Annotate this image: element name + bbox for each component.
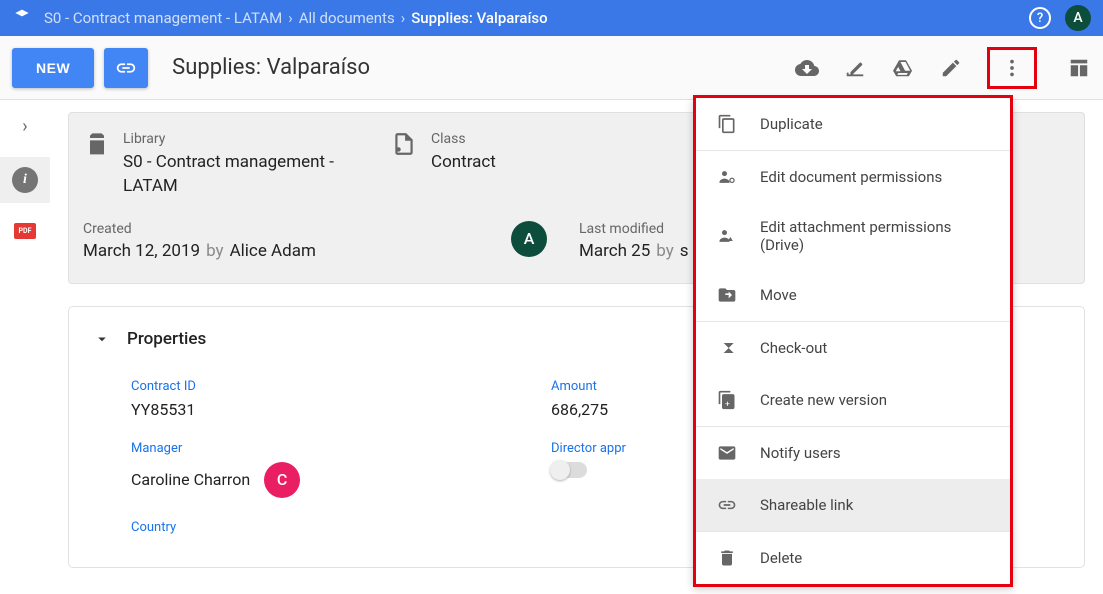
menu-item-label: Create new version bbox=[760, 391, 887, 409]
help-icon[interactable]: ? bbox=[1029, 7, 1051, 29]
menu-item-notify-users[interactable]: Notify users bbox=[696, 427, 1010, 479]
manager-label: Manager bbox=[131, 441, 511, 456]
creator-avatar[interactable]: A bbox=[511, 221, 547, 257]
user-avatar[interactable]: A bbox=[1065, 5, 1091, 31]
library-value: S0 - Contract management - LATAM bbox=[123, 151, 383, 199]
expand-rail-icon[interactable]: › bbox=[22, 116, 27, 137]
more-vert-icon[interactable] bbox=[1000, 56, 1024, 80]
manager-value: Caroline Charron C bbox=[131, 462, 511, 498]
manager-avatar[interactable]: C bbox=[264, 462, 300, 498]
menu-item-duplicate[interactable]: Duplicate bbox=[696, 98, 1010, 150]
chevron-right-icon: › bbox=[401, 9, 406, 27]
person-drive-icon bbox=[716, 225, 738, 247]
chevron-right-icon: › bbox=[288, 9, 293, 27]
top-bar: S0 - Contract management - LATAM › All d… bbox=[0, 0, 1103, 36]
contract-id-label: Contract ID bbox=[131, 379, 511, 394]
menu-item-label: Edit document permissions bbox=[760, 168, 942, 186]
pdf-icon[interactable]: PDF bbox=[14, 223, 36, 239]
folder-move-icon bbox=[716, 284, 738, 306]
dashboard-icon[interactable] bbox=[1067, 56, 1091, 80]
country-label: Country bbox=[131, 520, 511, 535]
menu-item-shareable-link[interactable]: Shareable link bbox=[696, 479, 1010, 531]
created-value: March 12, 2019 by Alice Adam bbox=[83, 241, 503, 261]
document-title: Supplies: Valparaíso bbox=[172, 55, 785, 80]
checkout-icon bbox=[716, 337, 738, 359]
contract-id-value: YY85531 bbox=[131, 400, 511, 419]
app-logo-icon[interactable] bbox=[12, 8, 32, 28]
menu-item-create-version[interactable]: Create new version bbox=[696, 374, 1010, 426]
link-button[interactable] bbox=[104, 48, 148, 88]
created-label: Created bbox=[83, 221, 503, 237]
trash-icon bbox=[716, 547, 738, 569]
menu-item-move[interactable]: Move bbox=[696, 269, 1010, 321]
more-actions-menu: Duplicate Edit document permissions Edit… bbox=[693, 98, 1013, 587]
edit-page-icon[interactable] bbox=[843, 56, 867, 80]
breadcrumb-item-current[interactable]: Supplies: Valparaíso bbox=[411, 9, 547, 27]
duplicate-icon bbox=[716, 113, 738, 135]
rail-info-wrap[interactable]: i bbox=[0, 157, 50, 203]
breadcrumb: S0 - Contract management - LATAM › All d… bbox=[44, 9, 1029, 27]
mail-icon bbox=[716, 442, 738, 464]
director-approval-label: Director appr bbox=[551, 441, 711, 456]
toolbar: NEW Supplies: Valparaíso bbox=[0, 36, 1103, 100]
director-approval-toggle[interactable] bbox=[551, 462, 587, 478]
amount-label: Amount bbox=[551, 379, 711, 394]
class-icon bbox=[391, 131, 419, 199]
menu-item-label: Delete bbox=[760, 549, 802, 567]
copy-plus-icon bbox=[716, 389, 738, 411]
menu-item-label: Shareable link bbox=[760, 496, 853, 514]
more-menu-highlight bbox=[987, 47, 1037, 89]
library-icon bbox=[83, 131, 111, 199]
menu-item-label: Move bbox=[760, 286, 797, 304]
cloud-download-icon[interactable] bbox=[795, 56, 819, 80]
menu-item-label: Notify users bbox=[760, 444, 841, 462]
amount-value: 686,275 bbox=[551, 400, 711, 419]
library-label: Library bbox=[123, 131, 383, 147]
person-gear-icon bbox=[716, 166, 738, 188]
menu-item-checkout[interactable]: Check-out bbox=[696, 322, 1010, 374]
menu-item-edit-doc-permissions[interactable]: Edit document permissions bbox=[696, 151, 1010, 203]
menu-item-label: Edit attachment permissions (Drive) bbox=[760, 218, 990, 254]
new-button[interactable]: NEW bbox=[12, 48, 94, 88]
class-value: Contract bbox=[431, 151, 496, 175]
chevron-down-icon bbox=[93, 330, 111, 348]
menu-item-label: Duplicate bbox=[760, 115, 823, 133]
left-rail: › i PDF bbox=[0, 100, 50, 594]
pencil-icon[interactable] bbox=[939, 56, 963, 80]
menu-item-label: Check-out bbox=[760, 339, 827, 357]
drive-icon[interactable] bbox=[891, 56, 915, 80]
menu-item-delete[interactable]: Delete bbox=[696, 532, 1010, 584]
breadcrumb-item[interactable]: All documents bbox=[299, 9, 395, 27]
class-label: Class bbox=[431, 131, 496, 147]
breadcrumb-item[interactable]: S0 - Contract management - LATAM bbox=[44, 9, 282, 27]
link-icon bbox=[716, 494, 738, 516]
menu-item-edit-attachment-permissions[interactable]: Edit attachment permissions (Drive) bbox=[696, 203, 1010, 269]
info-icon: i bbox=[12, 167, 38, 193]
properties-title: Properties bbox=[127, 329, 206, 349]
